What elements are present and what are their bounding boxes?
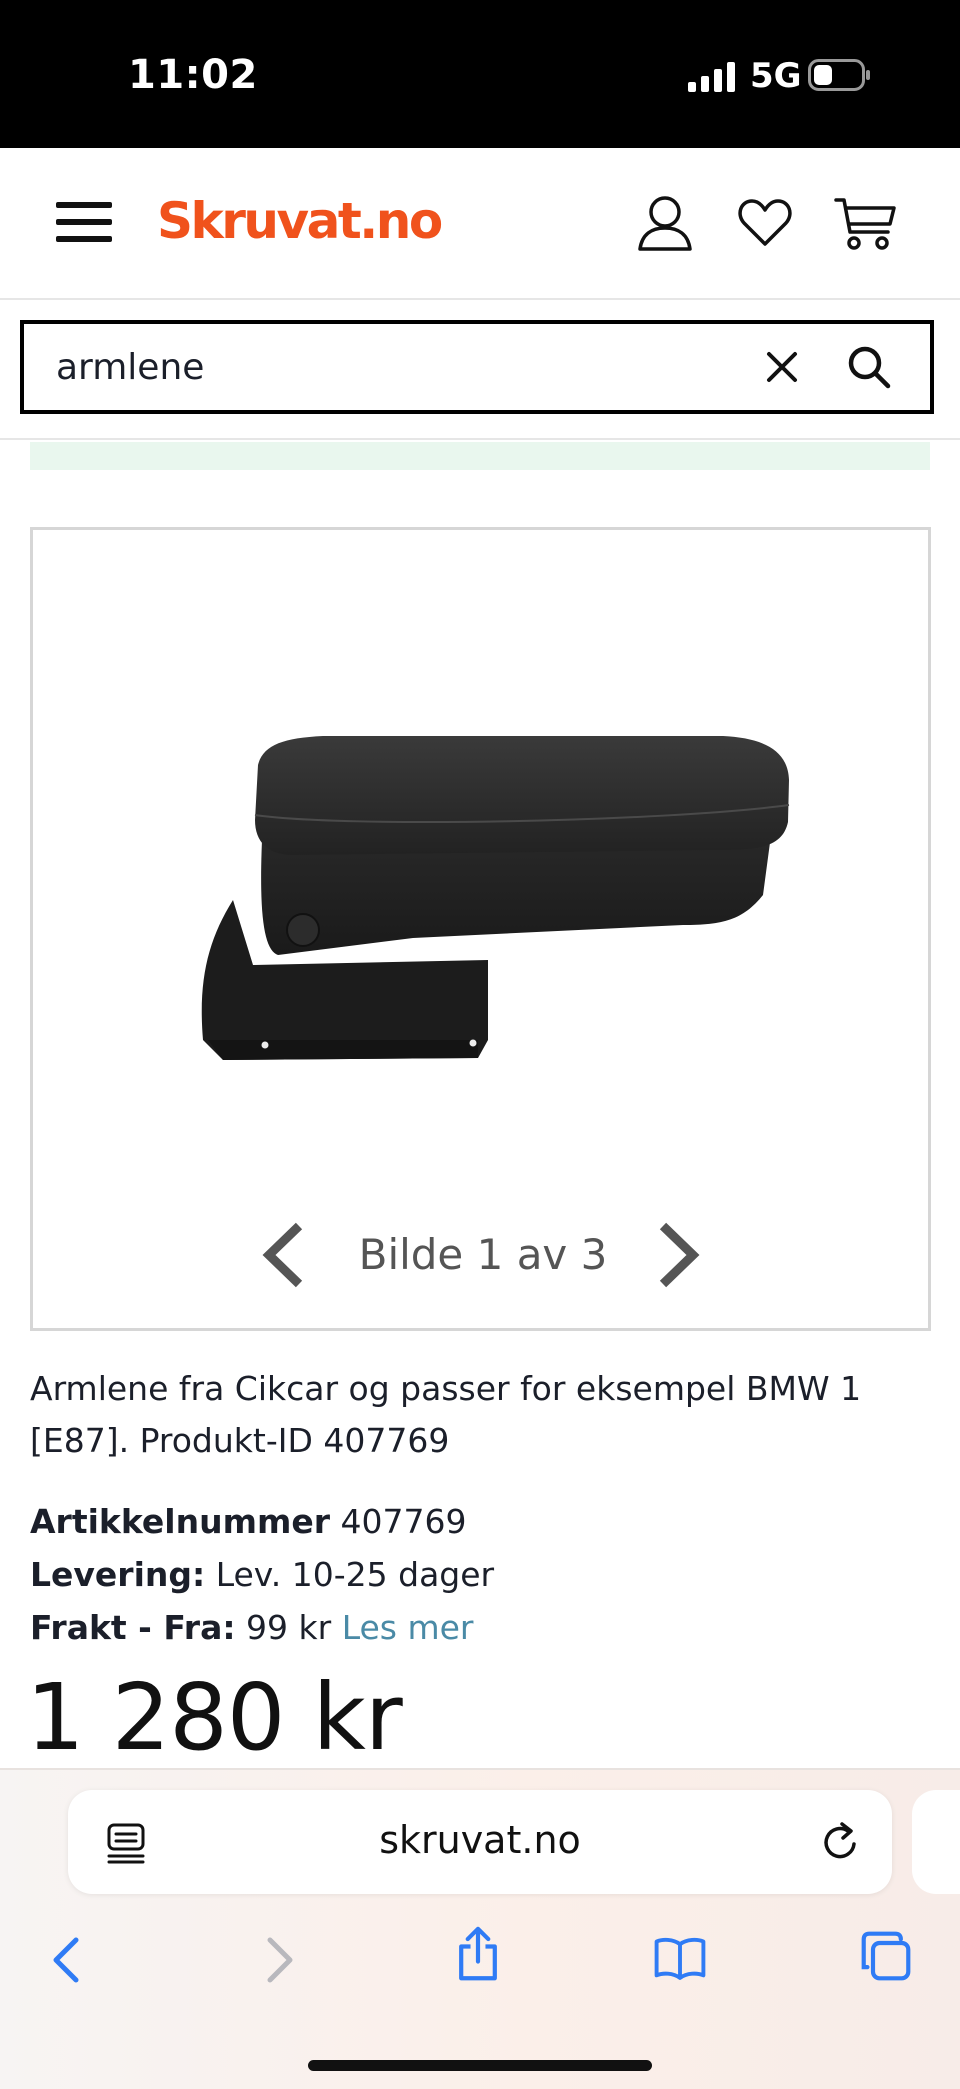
network-label: 5G bbox=[750, 56, 802, 96]
share-icon[interactable] bbox=[452, 1926, 504, 1982]
notice-bar bbox=[30, 442, 930, 470]
browser-toolbar: skruvat.no bbox=[0, 1768, 960, 2089]
delivery-row: Levering: Lev. 10-25 dager bbox=[30, 1555, 494, 1594]
article-number-value: 407769 bbox=[330, 1502, 467, 1541]
next-tab-preview[interactable] bbox=[912, 1790, 960, 1894]
product-description: Armlene fra Cikcar og passer for eksempe… bbox=[30, 1369, 862, 1460]
next-image-arrow-icon[interactable] bbox=[651, 1220, 707, 1290]
battery-icon bbox=[808, 59, 870, 91]
home-indicator bbox=[308, 2060, 652, 2071]
read-more-link[interactable]: Les mer bbox=[342, 1608, 474, 1647]
signal-icon bbox=[688, 62, 735, 92]
shipping-row: Frakt - Fra: 99 kr Les mer bbox=[30, 1608, 474, 1647]
status-time: 11:02 bbox=[128, 52, 258, 98]
url-text: skruvat.no bbox=[379, 1818, 581, 1862]
delivery-value: Lev. 10-25 dager bbox=[205, 1555, 495, 1594]
article-number-label: Artikkelnummer bbox=[30, 1502, 331, 1541]
search-icon[interactable] bbox=[844, 342, 894, 392]
shipping-value: 99 kr bbox=[235, 1608, 342, 1647]
product-image-armrest[interactable] bbox=[163, 710, 803, 1090]
previous-image-arrow-icon[interactable] bbox=[255, 1220, 311, 1290]
account-icon[interactable] bbox=[636, 194, 694, 252]
wishlist-heart-icon[interactable] bbox=[738, 198, 792, 248]
site-header: Skruvat.no bbox=[0, 148, 960, 300]
status-bar: 11:02 5G bbox=[0, 0, 960, 148]
search-bar bbox=[20, 320, 934, 414]
reload-icon[interactable] bbox=[818, 1820, 862, 1864]
cart-icon[interactable] bbox=[834, 196, 896, 252]
forward-arrow-icon[interactable] bbox=[252, 1932, 304, 1988]
clear-search-icon[interactable] bbox=[759, 344, 805, 390]
product-price: 1 280 kr bbox=[26, 1664, 403, 1771]
page-menu-icon[interactable] bbox=[106, 1822, 146, 1864]
divider bbox=[0, 438, 960, 440]
tabs-overview-icon[interactable] bbox=[860, 1928, 912, 1984]
search-input[interactable] bbox=[56, 344, 676, 390]
bookmarks-icon[interactable] bbox=[654, 1930, 706, 1986]
site-logo[interactable]: Skruvat.no bbox=[157, 192, 443, 250]
article-number-row: Artikkelnummer 407769 bbox=[30, 1502, 466, 1541]
shipping-label: Frakt - Fra: bbox=[30, 1608, 236, 1647]
menu-icon[interactable] bbox=[56, 200, 112, 244]
delivery-label: Levering: bbox=[30, 1555, 206, 1594]
image-counter: Bilde 1 av 3 bbox=[358, 1230, 608, 1279]
back-arrow-icon[interactable] bbox=[42, 1932, 94, 1988]
address-bar[interactable]: skruvat.no bbox=[68, 1790, 892, 1894]
product-gallery: Bilde 1 av 3 bbox=[30, 527, 931, 1331]
